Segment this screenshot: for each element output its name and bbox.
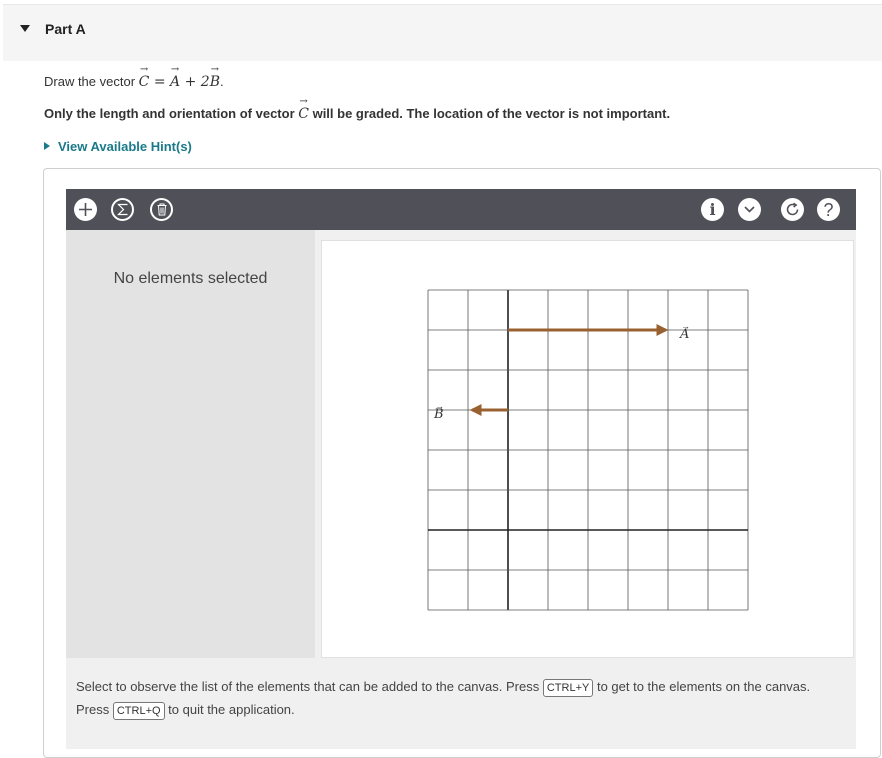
info-icon[interactable]: i bbox=[701, 198, 724, 221]
part-title: Part A bbox=[45, 21, 86, 37]
instruction-text: Draw the vector C = A + 2B. bbox=[44, 64, 224, 90]
vector-arrow-accent-icon: → bbox=[681, 321, 690, 331]
view-hints-link[interactable]: View Available Hint(s) bbox=[44, 139, 192, 154]
help-icon[interactable]: ? bbox=[817, 198, 840, 221]
vector-b-symbol: B bbox=[210, 64, 221, 90]
elements-panel[interactable]: No elements selected bbox=[66, 230, 315, 658]
vector-a-symbol: A bbox=[170, 64, 180, 90]
plus-icon[interactable] bbox=[74, 198, 97, 221]
grading-note: Only the length and orientation of vecto… bbox=[44, 96, 670, 122]
vector-grid[interactable]: A→B→ bbox=[322, 241, 855, 659]
canvas-area: A → B → bbox=[315, 230, 856, 658]
collapse-caret-icon[interactable] bbox=[20, 25, 30, 32]
shortcut-ctrl-y: CTRL+Y bbox=[542, 679, 594, 697]
reset-icon[interactable] bbox=[781, 198, 804, 221]
trash-icon[interactable] bbox=[150, 198, 173, 221]
vector-c-symbol: C bbox=[139, 64, 150, 90]
status-bar: Select to observe the list of the elemen… bbox=[66, 658, 856, 749]
vector-c-symbol: C bbox=[298, 96, 309, 122]
vector-arrow-accent-icon: → bbox=[435, 401, 444, 411]
no-selection-text: No elements selected bbox=[113, 270, 268, 287]
sigma-icon[interactable] bbox=[111, 198, 134, 221]
expand-triangle-icon bbox=[44, 142, 50, 150]
drawing-canvas[interactable]: A → B → bbox=[321, 240, 854, 658]
chevron-down-icon[interactable] bbox=[738, 198, 761, 221]
part-header[interactable]: Part A bbox=[3, 4, 882, 61]
toolbar: i ? bbox=[66, 189, 856, 230]
shortcut-ctrl-q: CTRL+Q bbox=[112, 702, 165, 720]
vector-drawing-tool: i ? No elements selected A → B → Select … bbox=[66, 189, 856, 749]
